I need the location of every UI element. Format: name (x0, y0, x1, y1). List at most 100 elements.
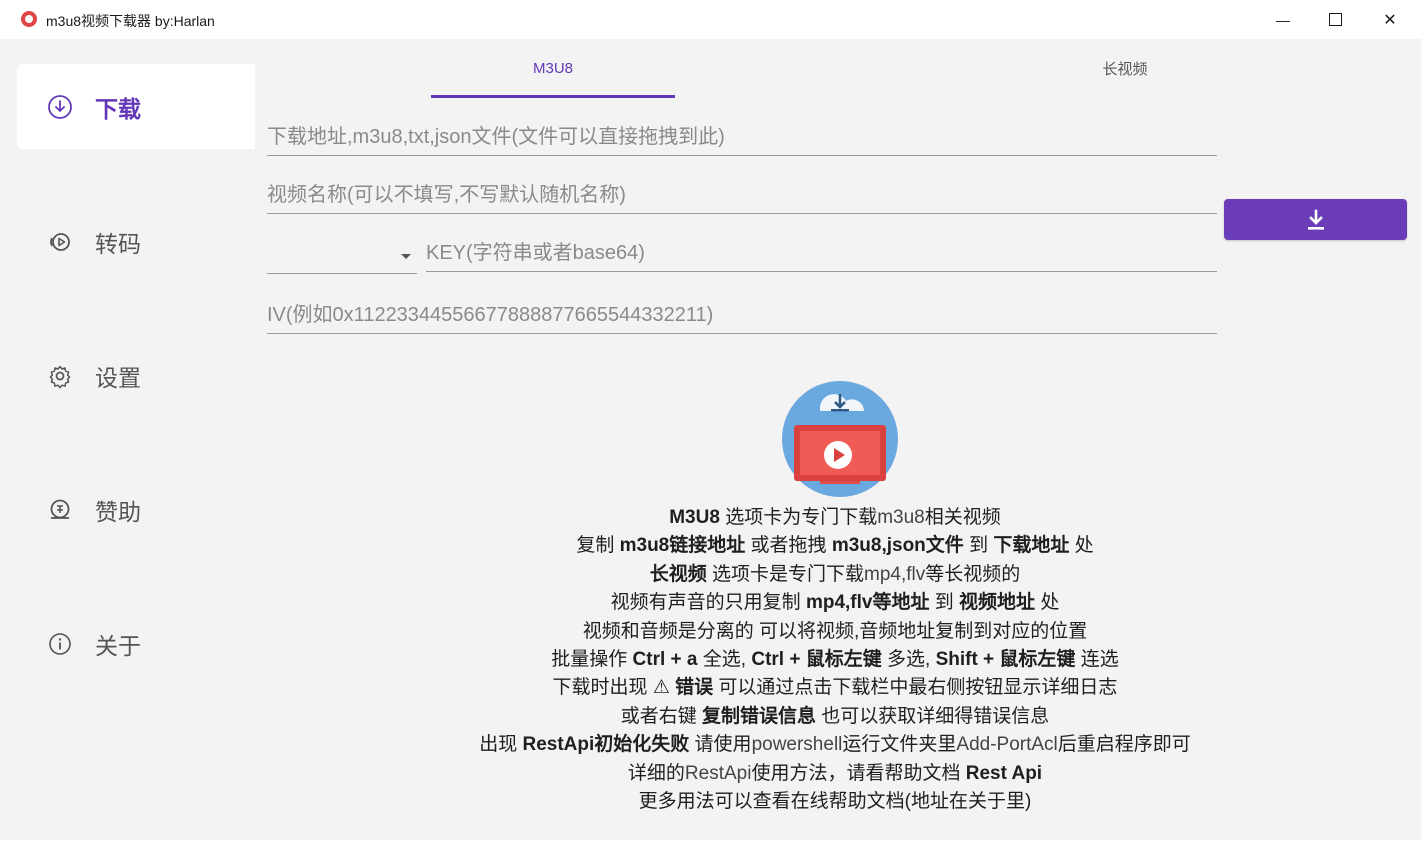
iv-input[interactable] (267, 297, 1217, 333)
help-line: 视频和音频是分离的 可以将视频,音频地址复制到对应的位置 (255, 618, 1415, 646)
help-bold: RestApi初始化失败 (522, 734, 690, 756)
help-line: 批量操作 Ctrl + a 全选, Ctrl + 鼠标左键 多选, Shift … (255, 646, 1415, 674)
help-text-span: 下载时出现 (552, 677, 653, 699)
help-bold: Ctrl + 鼠标左键 (751, 649, 882, 671)
download-icon (1307, 209, 1324, 230)
minimize-button[interactable]: — (1258, 0, 1308, 39)
key-field[interactable] (426, 235, 1217, 272)
help-text-span: 复制 (576, 535, 620, 557)
download-circle-icon (47, 94, 73, 120)
help-text-span: 处 (1069, 535, 1094, 557)
help-text-span: 处 (1035, 592, 1060, 614)
download-url-field[interactable] (267, 119, 1217, 156)
window-title: m3u8视频下载器 by:Harlan (46, 13, 215, 29)
help-bold: mp4,flv等地址 (805, 592, 930, 614)
help-text-span: 视频和音频是分离的 可以将视频,音频地址复制到对应的位置 (582, 620, 1088, 642)
key-input[interactable] (426, 235, 1217, 271)
title-bar: m3u8视频下载器 by:Harlan — ✕ (0, 0, 1421, 39)
minimize-icon: — (1276, 11, 1290, 28)
video-name-input[interactable] (267, 177, 1217, 213)
help-text-span: 选项卡为专门下载 (719, 507, 878, 528)
help-text-span: 连选 (1075, 649, 1119, 671)
help-line: 详细的RestApi使用方法，请看帮助文档 Rest Api (255, 760, 1415, 788)
info-icon (47, 631, 73, 657)
help-text-span: 后重启程序即可 (1057, 734, 1191, 756)
close-button[interactable]: ✕ (1365, 0, 1415, 39)
help-bold: 下载地址 (993, 535, 1070, 557)
help-line: M3U8 选项卡为专门下载m3u8相关视频 (255, 504, 1415, 532)
maximize-icon (1328, 13, 1342, 26)
download-url-input[interactable] (267, 119, 1217, 155)
transcode-icon (47, 229, 73, 255)
tab-indicator (431, 95, 675, 98)
help-bold: 视频地址 (959, 592, 1036, 614)
sidebar-item-download[interactable]: 下载 (17, 64, 255, 149)
sidebar-item-label: 下载 (95, 95, 141, 122)
close-icon: ✕ (1383, 11, 1397, 29)
help-text-span: 等长视频的 (925, 563, 1021, 585)
help-text-span: powershell (751, 734, 843, 756)
sidebar-item-label: 转码 (95, 230, 141, 257)
help-text-span: 多选, (881, 649, 936, 671)
download-button[interactable] (1224, 199, 1407, 240)
sidebar-item-settings[interactable]: 设置 (17, 333, 255, 418)
video-download-illustration (782, 381, 898, 497)
help-text-span: 相关视频 (924, 507, 1001, 528)
help-text-span: 批量操作 (551, 649, 633, 671)
help-bold: M3U8 (669, 507, 720, 528)
help-text-span: 到 (963, 535, 994, 557)
method-select[interactable] (267, 237, 417, 274)
main-content: M3U8 长视频 下载地址,m3u8,txt,json文件(文件可以直接拖拽到此… (255, 39, 1415, 840)
help-text-span: mp4,flv (864, 563, 926, 585)
help-text-span: Add-PortAcl (956, 734, 1058, 756)
warning-icon: ⚠ (652, 677, 670, 699)
gear-icon (47, 363, 73, 389)
help-line: 或者右键 复制错误信息 也可以获取详细得错误信息 (255, 703, 1415, 731)
help-bold: m3u8链接地址 (619, 535, 746, 557)
help-bold: m3u8,json文件 (831, 535, 964, 557)
help-bold: Rest Api (965, 762, 1043, 784)
help-text-span: 全选, (697, 649, 752, 671)
help-text-span: 视频有声音的只用复制 (610, 592, 806, 614)
help-line: 复制 m3u8链接地址 或者拖拽 m3u8,json文件 到 下载地址 处 (255, 532, 1415, 560)
help-text-span: 使用方法，请看帮助文档 (751, 762, 966, 784)
help-line: 长视频 选项卡是专门下载mp4,flv等长视频的 (255, 561, 1415, 589)
help-bold: Shift + 鼠标左键 (935, 649, 1076, 671)
help-bold: 长视频 (649, 563, 707, 585)
help-line: 更多用法可以查看在线帮助文档(地址在关于里) (255, 788, 1415, 816)
help-text-span: 选项卡是专门下载 (706, 563, 865, 585)
tab-m3u8[interactable]: M3U8 (431, 39, 675, 97)
help-bold: 复制错误信息 (701, 705, 816, 727)
help-text-span: 也可以获取详细得错误信息 (816, 705, 1050, 727)
help-text-span: RestApi (684, 762, 752, 784)
help-text-span: 请使用 (689, 734, 752, 756)
sidebar-item-label: 赞助 (95, 498, 141, 525)
help-text-span: m3u8 (877, 507, 925, 528)
app-window: m3u8视频下载器 by:Harlan — ✕ 下载 转码 设置 赞助 关于 M… (0, 0, 1421, 840)
help-text-span: 运行文件夹里 (842, 734, 957, 756)
help-bold: 错误 (669, 677, 714, 699)
video-name-field[interactable] (267, 177, 1217, 214)
sponsor-icon (47, 497, 73, 523)
maximize-button[interactable] (1310, 0, 1360, 39)
chevron-down-icon (401, 254, 411, 259)
help-text-span: 或者拖拽 (745, 535, 832, 557)
help-text-span: 或者右键 (620, 705, 702, 727)
iv-field[interactable] (267, 297, 1217, 334)
sidebar-item-label: 关于 (95, 632, 141, 659)
help-line: 出现 RestApi初始化失败 请使用powershell运行文件夹里Add-P… (255, 731, 1415, 759)
help-text-span: 可以通过点击下载栏中最右侧按钮显示详细日志 (713, 677, 1118, 699)
app-logo-icon (21, 11, 37, 27)
help-text: M3U8 选项卡为专门下载m3u8相关视频 复制 m3u8链接地址 或者拖拽 m… (255, 504, 1415, 816)
help-line: 下载时出现 ⚠ 错误 可以通过点击下载栏中最右侧按钮显示详细日志 (255, 674, 1415, 702)
sidebar-item-transcode[interactable]: 转码 (17, 199, 255, 284)
tab-long-video[interactable]: 长视频 (1005, 39, 1245, 97)
help-bold: Ctrl + a (632, 649, 698, 671)
sidebar-item-label: 设置 (95, 364, 141, 391)
sidebar: 下载 转码 设置 赞助 关于 (17, 39, 255, 840)
sidebar-item-sponsor[interactable]: 赞助 (17, 467, 255, 552)
sidebar-item-about[interactable]: 关于 (17, 601, 255, 686)
help-text-span: 更多用法可以查看在线帮助文档(地址在关于里) (638, 791, 1032, 813)
help-text-span: 到 (929, 592, 960, 614)
help-line: 视频有声音的只用复制 mp4,flv等地址 到 视频地址 处 (255, 589, 1415, 617)
